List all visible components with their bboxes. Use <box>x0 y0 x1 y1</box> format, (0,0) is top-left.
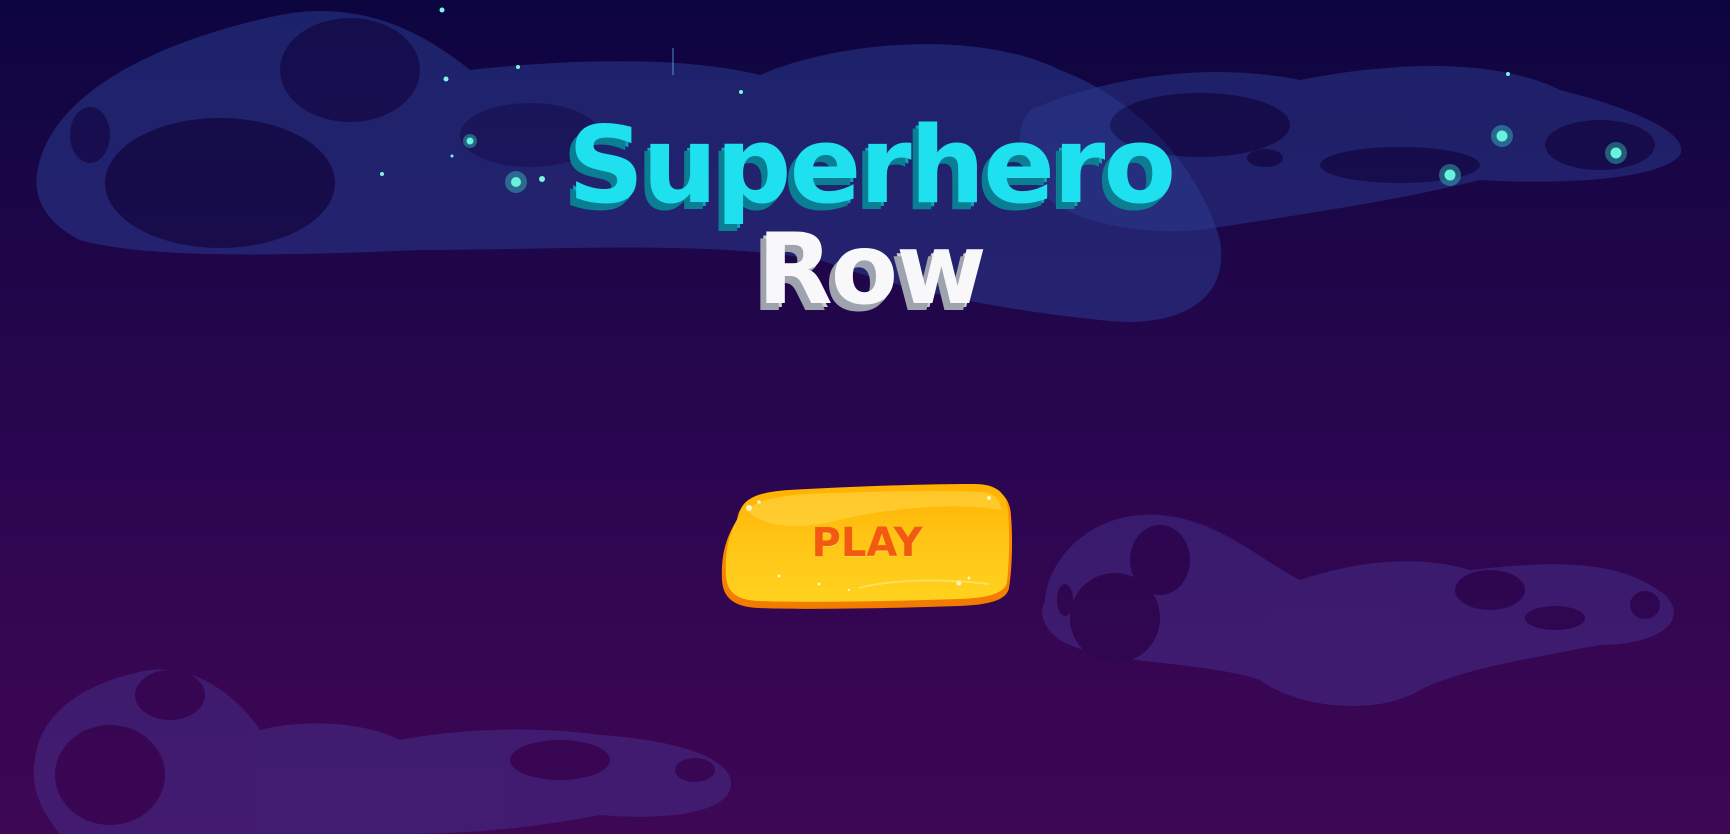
nebula-cloud-bottom-left <box>33 669 732 834</box>
nebula-cloud-mid-right <box>1042 514 1674 707</box>
game-title-line2: Row <box>757 213 986 327</box>
game-title-line1: Superhero <box>567 104 1176 227</box>
play-button-label: PLAY <box>811 520 923 566</box>
play-button[interactable]: PLAY <box>719 480 1015 610</box>
game-screen: Superhero Row PLAY <box>0 0 1730 834</box>
